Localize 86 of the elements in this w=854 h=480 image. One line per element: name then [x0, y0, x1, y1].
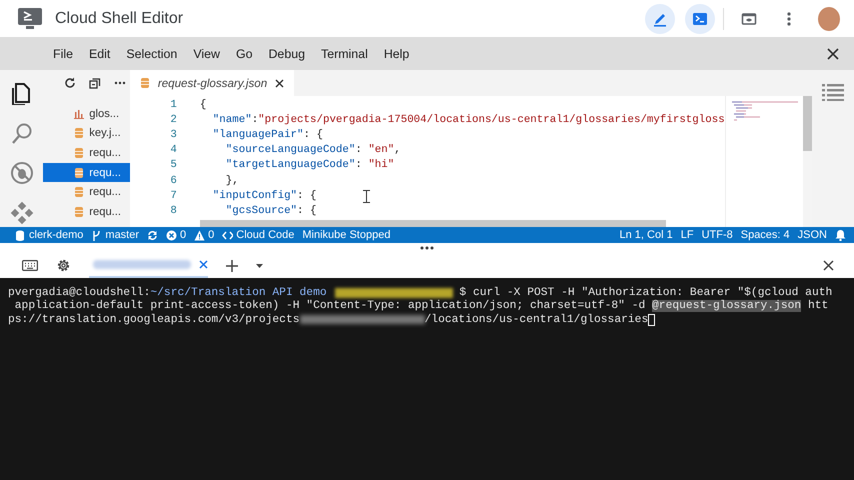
- terminal-button[interactable]: [685, 4, 715, 34]
- status-item[interactable]: UTF-8: [702, 229, 733, 241]
- sync-icon: [147, 230, 158, 240]
- line-number: 4: [169, 144, 178, 156]
- status-item[interactable]: [147, 230, 158, 240]
- code-line: "languagePair": {: [212, 128, 323, 141]
- tab-label[interactable]: request-glossary.json: [158, 76, 268, 90]
- refresh-icon[interactable]: [64, 77, 76, 89]
- bell-icon[interactable]: [835, 229, 846, 241]
- search-icon: [10, 120, 34, 144]
- line-number: 7: [169, 190, 178, 202]
- line-number: 2: [169, 114, 178, 126]
- menu-item[interactable]: Go: [228, 46, 260, 60]
- code-line: "name":"projects/pvergadia-175004/locations/us-central1/glossaries/myfirstgloss: [212, 114, 725, 126]
- code-line: },: [224, 174, 239, 187]
- explorer-entry[interactable]: glos...: [43, 104, 130, 124]
- menu-item[interactable]: View: [185, 46, 228, 60]
- menu-item[interactable]: Edit: [80, 46, 118, 60]
- branch-icon: [91, 230, 102, 240]
- line-number: 6: [169, 174, 178, 187]
- terminal-line: pvergadia@cloudshell:~/src/Translation API demo $ curl -X POST -H "Authorization: Bearer "$(gcloud auth: [8, 286, 834, 300]
- terminal-line: application-default print-access-token) -H "Content-Type: application/json; charset=utf-8" -d @request-glossary.json htt: [14, 300, 830, 313]
- database-icon: [15, 230, 26, 240]
- explorer-entry[interactable]: key.j...: [43, 124, 130, 144]
- plus-icon[interactable]: [226, 260, 238, 272]
- menu-item[interactable]: Debug: [260, 46, 313, 60]
- terminal-line: ps://translation.googleapis.com/v3/projects /locations/us-central1/glossaries: [8, 313, 854, 326]
- terminal-icon: [692, 10, 708, 26]
- line-number: 3: [169, 128, 178, 141]
- status-item[interactable]: JSON: [798, 229, 827, 241]
- menu-item[interactable]: Help: [376, 46, 418, 60]
- database-icon: [74, 187, 84, 198]
- status-item[interactable]: LF: [680, 229, 694, 241]
- scrollbar[interactable]: [802, 96, 812, 151]
- close-icon[interactable]: [827, 48, 839, 60]
- line-number: 5: [169, 159, 178, 172]
- collapse-all-icon[interactable]: [89, 77, 102, 89]
- menu-item[interactable]: Terminal: [313, 46, 376, 60]
- terminal-panel[interactable]: [0, 278, 854, 480]
- text-cursor-icon: [362, 190, 370, 203]
- code-line: {: [200, 98, 206, 111]
- database-icon: [140, 78, 150, 88]
- explorer-entry[interactable]: requ...: [43, 202, 130, 222]
- line-number: 1: [169, 98, 178, 111]
- extensions-icon: [10, 200, 34, 224]
- database-icon: [74, 206, 84, 217]
- pencil-button[interactable]: [645, 4, 675, 34]
- editor-tab[interactable]: request-glossary.json: [130, 70, 294, 96]
- close-icon[interactable]: [823, 260, 834, 271]
- status-item[interactable]: 0: [194, 229, 214, 241]
- status-item[interactable]: Ln 1, Col 1: [620, 229, 673, 241]
- bar-chart-icon: [74, 108, 84, 119]
- status-item[interactable]: master: [91, 229, 140, 241]
- code-line: "sourceLanguageCode": "en",: [224, 144, 401, 156]
- code-line: "inputConfig": {: [212, 190, 316, 202]
- scrollbar[interactable]: [200, 220, 666, 227]
- settings-icon[interactable]: [56, 258, 71, 273]
- keyboard-icon[interactable]: [22, 260, 38, 271]
- explorer-entry[interactable]: requ...: [43, 162, 130, 182]
- drag-handle-icon[interactable]: [420, 246, 434, 250]
- monitor-icon: [17, 6, 43, 30]
- database-icon: [74, 168, 84, 178]
- code-line: "targetLanguageCode": "hi": [224, 159, 394, 172]
- avatar[interactable]: [818, 6, 840, 30]
- explorer-entry[interactable]: requ...: [43, 182, 130, 202]
- warning-icon: [194, 230, 206, 240]
- database-icon: [74, 128, 84, 138]
- status-item[interactable]: Cloud Code: [222, 229, 294, 241]
- caret-icon[interactable]: [256, 264, 263, 268]
- line-number: 8: [169, 204, 178, 217]
- status-item[interactable]: clerk-demo: [15, 229, 84, 241]
- browser-window-icon: [741, 10, 757, 26]
- code-line: "gcsSource": {: [224, 204, 316, 217]
- code-icon: [222, 230, 234, 240]
- menu-item[interactable]: File: [45, 46, 81, 60]
- menu-item[interactable]: Selection: [118, 46, 186, 60]
- outline-icon[interactable]: [822, 83, 844, 101]
- no-bug-icon: [10, 160, 34, 184]
- close-icon[interactable]: [275, 78, 284, 88]
- status-item[interactable]: 0: [166, 229, 186, 241]
- status-item[interactable]: Spaces: 4: [740, 229, 790, 241]
- explorer-entry[interactable]: requ...: [43, 143, 130, 163]
- error-icon: [166, 230, 178, 240]
- database-icon: [74, 148, 84, 158]
- status-item[interactable]: Minikube Stopped: [302, 229, 390, 241]
- app-title: Cloud Shell Editor: [55, 10, 184, 28]
